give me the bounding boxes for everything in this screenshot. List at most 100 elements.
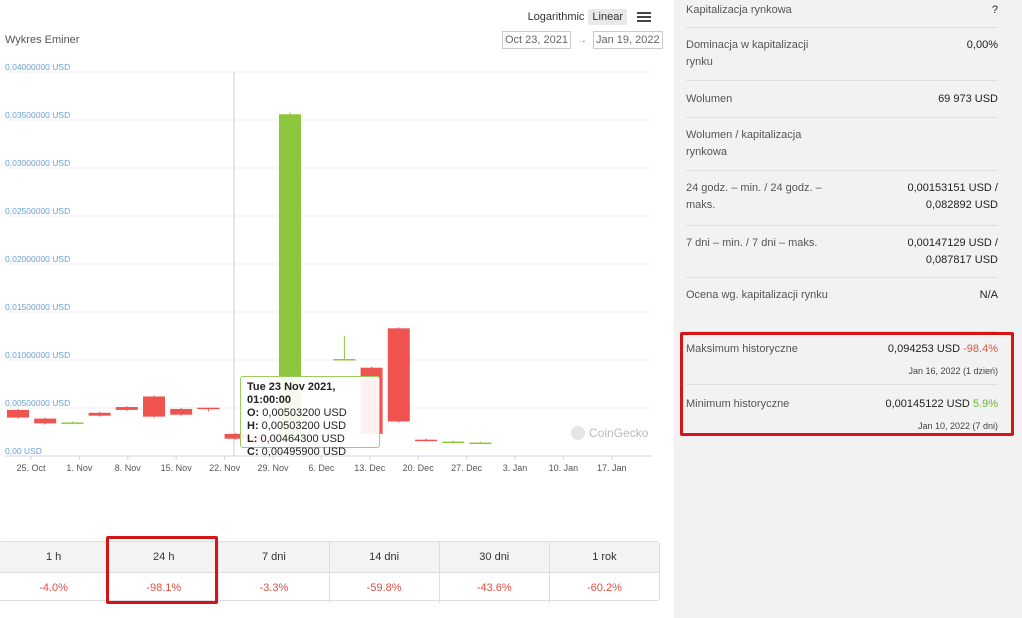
ath-change: -98.4% xyxy=(963,343,998,355)
stat-value: N/A xyxy=(979,289,998,301)
stat-24h-range: 24 godz. – min. / 24 godz. – maks. 0,001… xyxy=(686,171,998,226)
stat-label: Wolumen xyxy=(686,93,733,105)
y-tick-label: 0,01000000 USD xyxy=(5,350,70,360)
stat-label: Wolumen / kapitalizacja rynkowa xyxy=(686,129,802,158)
tooltip-low: L: 0,00464300 USD xyxy=(247,433,345,445)
market-stats-panel: Kapitalizacja rynkowa ? Dominacja w kapi… xyxy=(674,0,1022,618)
stat-all-time-high: Maksimum historyczne 0,094253 USD -98.4%… xyxy=(686,332,998,385)
candle-body xyxy=(442,441,465,444)
tooltip-close: C: 0,00495900 USD xyxy=(247,446,347,458)
period-header-row: 1 h 24 h 7 dni 14 dni 30 dni 1 rok xyxy=(0,542,659,573)
period-header-14d: 14 dni xyxy=(328,542,439,572)
stat-value: 69 973 USD xyxy=(938,93,998,105)
x-tick-label: 1. Nov xyxy=(66,463,93,473)
y-tick-label: 0,00500000 USD xyxy=(5,398,70,408)
atl-date: Jan 10, 2022 (7 dni) xyxy=(917,421,998,431)
period-value-1y: -60.2% xyxy=(548,573,659,603)
stat-all-time-low: Minimum historyczne 0,00145122 USD 5.9% … xyxy=(686,385,998,435)
period-value-30d: -43.6% xyxy=(438,573,549,603)
x-tick-label: 27. Dec xyxy=(451,463,483,473)
x-tick-label: 20. Dec xyxy=(403,463,435,473)
candle-body xyxy=(415,439,437,442)
period-header-1y: 1 rok xyxy=(548,542,659,572)
coingecko-logo-icon xyxy=(571,426,585,440)
x-tick-label: 10. Jan xyxy=(549,463,579,473)
x-tick-label: 17. Jan xyxy=(597,463,627,473)
ath-value: 0,094253 USD xyxy=(887,343,961,355)
y-tick-label: 0,02000000 USD xyxy=(5,254,70,264)
period-value-7d: -3.3% xyxy=(218,573,328,603)
stat-label: 7 dni – min. / 7 dni – maks. xyxy=(686,237,818,249)
x-tick-label: 29. Nov xyxy=(257,463,289,473)
stat-volume-market-cap: Wolumen / kapitalizacja rynkowa xyxy=(686,118,998,171)
candle-body xyxy=(143,396,165,417)
x-tick-label: 8. Nov xyxy=(115,463,142,473)
date-from-input[interactable]: Oct 23, 2021 xyxy=(502,31,571,49)
y-tick-label: 0,01500000 USD xyxy=(5,302,70,312)
y-tick-label: 0,00 USD xyxy=(5,446,42,456)
candle-body xyxy=(61,422,84,424)
period-header-30d: 30 dni xyxy=(438,542,549,572)
atl-change: 5.9% xyxy=(972,398,998,410)
x-tick-label: 22. Nov xyxy=(209,463,241,473)
stat-label: Minimum historyczne xyxy=(686,398,790,410)
y-tick-label: 0,03500000 USD xyxy=(5,110,70,120)
stat-label: Dominacja w kapitalizacji rynku xyxy=(686,39,809,68)
candle-body xyxy=(88,412,111,416)
period-header-24h: 24 h xyxy=(108,542,218,572)
x-tick-label: 3. Jan xyxy=(503,463,528,473)
stat-value: 0,00145122 USD 5.9% Jan 10, 2022 (7 dni) xyxy=(885,396,998,435)
tooltip-high: H: 0,00503200 USD xyxy=(247,420,347,432)
date-to-input[interactable]: Jan 19, 2022 xyxy=(593,31,663,49)
stat-value: ? xyxy=(991,4,998,16)
price-chart-area: Logarithmic Linear Wykres Eminer Oct 23,… xyxy=(0,0,665,618)
y-tick-label: 0,02500000 USD xyxy=(5,206,70,216)
candle-body xyxy=(333,359,356,361)
stat-label: Kapitalizacja rynkowa xyxy=(686,4,792,16)
price-change-table: 1 h 24 h 7 dni 14 dni 30 dni 1 rok -4.0%… xyxy=(0,541,660,603)
stat-market-cap: Kapitalizacja rynkowa ? xyxy=(686,0,998,28)
logarithmic-toggle[interactable]: Logarithmic xyxy=(524,9,589,25)
hamburger-menu-icon[interactable] xyxy=(633,10,655,24)
stat-label: 24 godz. – min. / 24 godz. – maks. xyxy=(686,182,822,211)
stat-value: 0,00147129 USD / 0,087817 USD xyxy=(907,237,998,266)
y-tick-label: 0,04000000 USD xyxy=(5,62,70,72)
chart-title: Wykres Eminer xyxy=(5,34,80,46)
x-tick-label: 6. Dec xyxy=(308,463,335,473)
x-tick-label: 25. Oct xyxy=(16,463,46,473)
x-tick-label: 15. Nov xyxy=(161,463,193,473)
stat-volume: Wolumen 69 973 USD xyxy=(686,81,998,118)
scale-toggle: Logarithmic Linear xyxy=(524,9,655,25)
stat-value: 0,094253 USD -98.4% Jan 16, 2022 (1 dzie… xyxy=(888,341,998,384)
candle-body xyxy=(34,418,57,424)
candle-body xyxy=(7,409,29,418)
candle-body xyxy=(387,328,410,422)
period-value-14d: -59.8% xyxy=(328,573,439,603)
date-range: Oct 23, 2021 → Jan 19, 2022 xyxy=(502,31,663,49)
arrow-right-icon: → xyxy=(577,34,587,46)
period-header-1h: 1 h xyxy=(45,551,62,563)
candle-body xyxy=(170,408,193,415)
y-tick-label: 0,03000000 USD xyxy=(5,158,70,168)
atl-value: 0,00145122 USD xyxy=(885,398,970,410)
period-header-7d: 7 dni xyxy=(218,542,328,572)
candle-body xyxy=(197,407,220,410)
ath-date: Jan 16, 2022 (1 dzień) xyxy=(908,366,998,376)
stat-dominance: Dominacja w kapitalizacji rynku 0,00% xyxy=(686,28,998,81)
stat-label: Ocena wg. kapitalizacji rynku xyxy=(686,289,828,301)
tooltip-open: O: 0,00503200 USD xyxy=(247,407,347,419)
period-value-1h: -4.0% xyxy=(39,582,68,594)
candle-body xyxy=(469,442,492,445)
linear-toggle[interactable]: Linear xyxy=(588,9,627,25)
stat-value: 0,00153151 USD / 0,082892 USD xyxy=(907,182,998,211)
stat-market-cap-rank: Ocena wg. kapitalizacji rynku N/A xyxy=(686,278,998,332)
x-tick-label: 13. Dec xyxy=(354,463,386,473)
stat-value: 0,00% xyxy=(966,39,998,51)
candle-tooltip: Tue 23 Nov 2021, 01:00:00 O: 0,00503200 … xyxy=(240,376,380,458)
stat-7d-range: 7 dni – min. / 7 dni – maks. 0,00147129 … xyxy=(686,226,998,278)
tooltip-title: Tue 23 Nov 2021, 01:00:00 xyxy=(247,381,336,406)
stat-label: Maksimum historyczne xyxy=(686,343,798,355)
period-values-row: -4.0% -98.1% -3.3% -59.8% -43.6% -60.2% xyxy=(0,573,659,603)
candle-body xyxy=(115,407,138,410)
coingecko-watermark: CoinGecko xyxy=(571,426,648,440)
